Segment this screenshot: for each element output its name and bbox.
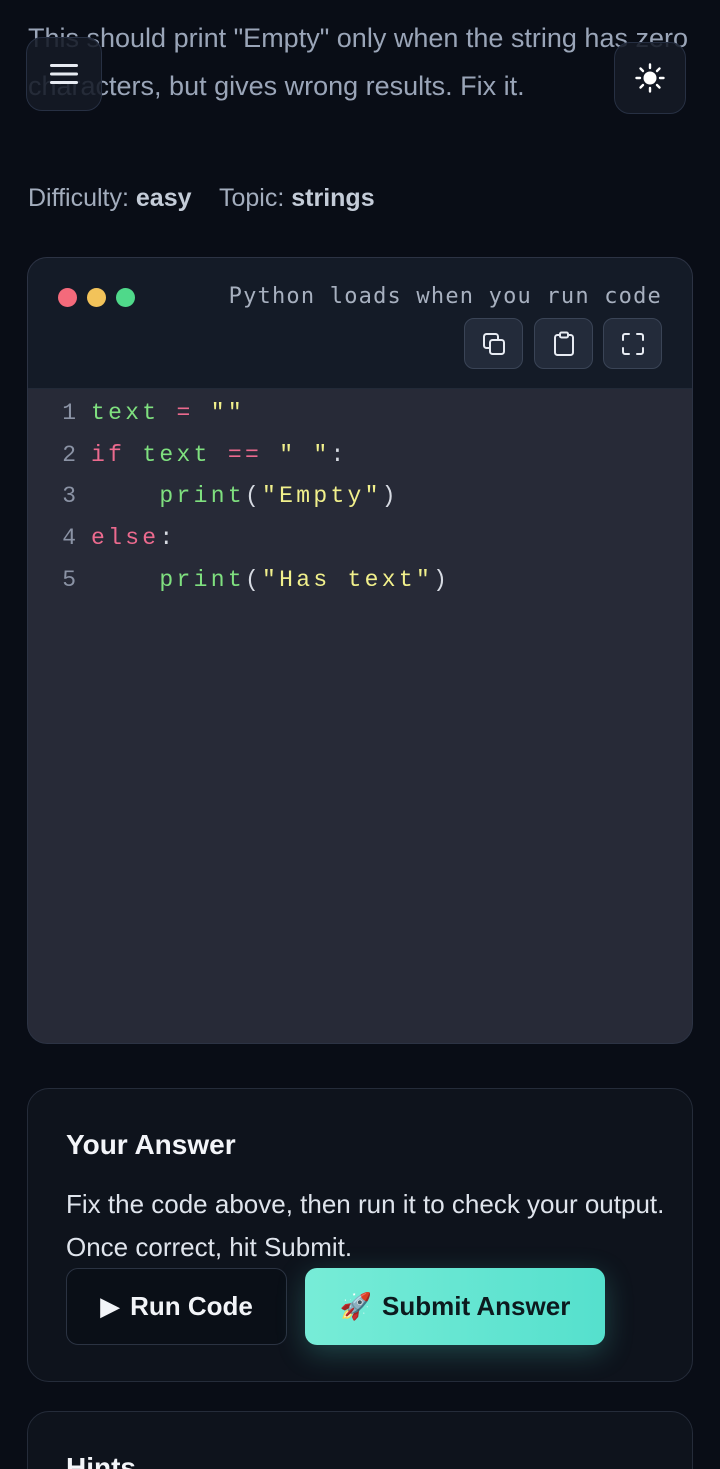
- submit-answer-label: Submit Answer: [382, 1291, 571, 1321]
- line-number: 4: [62, 525, 76, 552]
- copy-code-button[interactable]: [464, 318, 523, 369]
- line-number: 2: [62, 441, 76, 468]
- code-token: "Has text": [262, 566, 434, 593]
- topic-label: Topic:: [218, 184, 285, 212]
- hamburger-menu-icon: [50, 64, 78, 84]
- run-code-button[interactable]: ▶ Run Code: [66, 1268, 287, 1345]
- code-line[interactable]: 2 if text == " ":: [28, 435, 692, 477]
- run-code-label: Run Code: [130, 1291, 253, 1321]
- code-token: (: [244, 566, 263, 593]
- code-line[interactable]: 3 print("Empty"): [28, 476, 692, 518]
- rocket-icon: 🚀: [339, 1291, 373, 1321]
- code-token: :: [159, 525, 177, 552]
- copy-icon: [482, 332, 505, 355]
- code-text[interactable]: print("Has text"): [91, 560, 450, 602]
- code-token: " ": [279, 441, 331, 468]
- window-dot-yellow: [87, 288, 106, 307]
- window-dot-red: [58, 288, 77, 307]
- code-text[interactable]: else:: [91, 518, 177, 560]
- code-token: :: [330, 441, 348, 468]
- theme-toggle-button[interactable]: [614, 42, 686, 114]
- editor-toolbar: Python loads when you run code: [28, 258, 692, 389]
- code-token: print: [159, 483, 245, 510]
- code-line[interactable]: 1 text = "": [28, 393, 692, 435]
- hints-panel: Hints: [27, 1411, 693, 1469]
- code-token: if: [91, 441, 126, 468]
- problem-meta: Difficulty: easy Topic: strings: [28, 184, 375, 213]
- code-token: (: [244, 483, 263, 510]
- answer-instructions: Fix the code above, then run it to check…: [66, 1189, 665, 1262]
- topic-value: strings: [291, 184, 375, 212]
- difficulty-value: easy: [135, 184, 192, 212]
- code-text[interactable]: text = "": [91, 393, 245, 435]
- code-token: print: [159, 566, 245, 593]
- answer-title: Your Answer: [66, 1129, 236, 1160]
- code-token: ): [433, 566, 451, 593]
- code-token: else: [91, 525, 160, 552]
- code-token: text: [142, 441, 211, 468]
- line-number: 5: [62, 566, 76, 593]
- window-dot-green: [116, 288, 135, 307]
- sun-icon: [635, 63, 665, 93]
- problem-description: This should print "Empty" only when the …: [28, 23, 688, 101]
- fullscreen-icon: [621, 332, 644, 355]
- code-token: =: [176, 400, 194, 426]
- hints-title: Hints: [66, 1452, 136, 1469]
- code-token: ): [381, 483, 399, 510]
- code-line[interactable]: 4 else:: [28, 518, 692, 560]
- code-lines[interactable]: 1 text = "" 2 if text == " ": 3 print("Empty…: [28, 393, 692, 601]
- submit-answer-button[interactable]: 🚀 Submit Answer: [305, 1268, 605, 1345]
- code-token: ==: [227, 441, 263, 468]
- answer-panel: Your Answer Fix the code above, then run…: [27, 1088, 693, 1382]
- clipboard-icon: [553, 331, 574, 356]
- paste-code-button[interactable]: [534, 318, 593, 369]
- line-number: 1: [62, 400, 76, 426]
- code-token: text: [91, 400, 160, 426]
- code-text[interactable]: print("Empty"): [91, 476, 399, 518]
- code-editor[interactable]: Python loads when you run code 1 text = …: [27, 257, 693, 1044]
- page: This should print "Empty" only when the …: [0, 0, 720, 1469]
- code-token: "": [210, 400, 245, 426]
- menu-button[interactable]: [26, 37, 102, 111]
- code-line[interactable]: 5 print("Has text"): [28, 560, 692, 602]
- line-number: 3: [62, 483, 76, 510]
- difficulty-label: Difficulty:: [28, 184, 129, 212]
- code-text[interactable]: if text == " ":: [91, 435, 348, 477]
- editor-status: Python loads when you run code: [228, 284, 662, 309]
- play-icon: ▶: [100, 1291, 121, 1321]
- fullscreen-button[interactable]: [603, 318, 662, 369]
- code-token: "Empty": [262, 483, 382, 510]
